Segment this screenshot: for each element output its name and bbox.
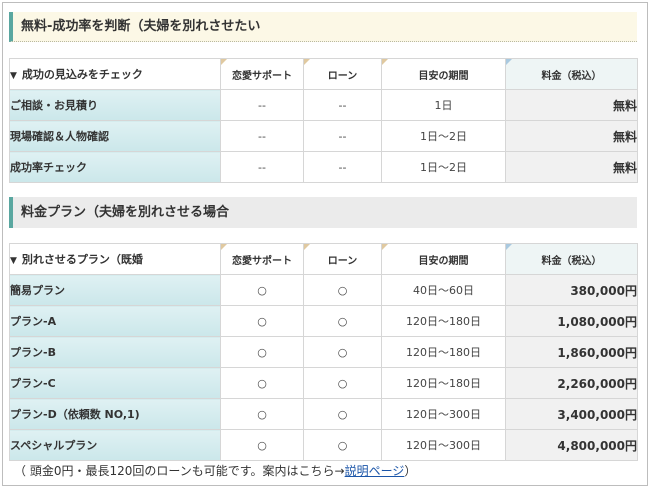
period-cell: 120日～300日 [381,429,506,461]
row-label: 成功率チェック [9,151,221,183]
table-corner-header: ▼ 成功の見込みをチェック [9,58,221,90]
table-row: ご相談・お見積り -- -- 1日 無料 [9,89,638,121]
loan-cell: -- [303,120,382,152]
footnote-close: ） [404,464,417,478]
corner-header-label: 成功の見込みをチェック [21,68,143,81]
column-header-period: 目安の期間 [381,58,506,90]
support-cell: ○ [220,398,304,430]
row-label: プラン-A [9,305,221,337]
row-label: プラン-D（依頼数 NO,1) [9,398,221,430]
loan-footnote: （ 頭金0円・最長120回のローンも可能です。案内はこちら→説明ページ） [14,462,416,479]
triangle-down-icon: ▼ [10,71,17,81]
row-label: 現場確認＆人物確認 [9,120,221,152]
price-cell: 3,400,000円 [505,398,638,430]
support-cell: ○ [220,274,304,306]
section-title-price-plans: 料金プラン（夫婦を別れさせる場合 [9,197,637,228]
table-row: 簡易プラン ○ ○ 40日～60日 380,000円 [9,274,638,306]
period-cell: 40日～60日 [381,274,506,306]
period-cell: 120日～180日 [381,367,506,399]
column-header-fee: 料金（税込） [505,58,638,90]
support-cell: -- [220,120,304,152]
period-cell: 120日～180日 [381,305,506,337]
table-row: プラン-B ○ ○ 120日～180日 1,860,000円 [9,336,638,368]
column-header-fee: 料金（税込） [505,243,638,275]
period-cell: 1日～2日 [381,120,506,152]
column-header-loan: ローン [303,58,382,90]
price-cell: 1,860,000円 [505,336,638,368]
price-cell: 無料 [505,89,638,121]
price-cell: 4,800,000円 [505,429,638,461]
price-cell: 1,080,000円 [505,305,638,337]
table-row: スペシャルプラン ○ ○ 120日～300日 4,800,000円 [9,429,638,461]
loan-cell: ○ [303,305,382,337]
row-label: 簡易プラン [9,274,221,306]
period-cell: 120日～180日 [381,336,506,368]
triangle-down-icon: ▼ [10,256,17,266]
table-row: 成功率チェック -- -- 1日～2日 無料 [9,151,638,183]
support-cell: ○ [220,305,304,337]
row-label: プラン-C [9,367,221,399]
support-cell: ○ [220,336,304,368]
column-header-period: 目安の期間 [381,243,506,275]
free-check-table: ▼ 成功の見込みをチェック 恋愛サポート ローン 目安の期間 料金（税込） ご相談… [9,58,638,183]
column-header-loan: ローン [303,243,382,275]
row-label: プラン-B [9,336,221,368]
support-cell: ○ [220,429,304,461]
table-row: プラン-C ○ ○ 120日～180日 2,260,000円 [9,367,638,399]
column-header-support: 恋愛サポート [220,243,304,275]
loan-cell: ○ [303,274,382,306]
price-cell: 380,000円 [505,274,638,306]
loan-cell: ○ [303,336,382,368]
price-cell: 無料 [505,151,638,183]
support-cell: ○ [220,367,304,399]
period-cell: 1日～2日 [381,151,506,183]
price-plan-table: ▼ 別れさせるプラン（既婚 恋愛サポート ローン 目安の期間 料金（税込） 簡易プ… [9,243,638,461]
table-row: プラン-D（依頼数 NO,1) ○ ○ 120日～300日 3,400,000円 [9,398,638,430]
loan-cell: ○ [303,367,382,399]
price-cell: 2,260,000円 [505,367,638,399]
section-title-free-check: 無料-成功率を判断（夫婦を別れさせたい [9,12,637,42]
explanation-page-link[interactable]: 説明ページ [345,464,405,478]
table-corner-header: ▼ 別れさせるプラン（既婚 [9,243,221,275]
column-header-support: 恋愛サポート [220,58,304,90]
loan-cell: -- [303,151,382,183]
footnote-text: （ 頭金0円・最長120回のローンも可能です。案内はこちら→ [14,464,345,478]
table-header-row: ▼ 別れさせるプラン（既婚 恋愛サポート ローン 目安の期間 料金（税込） [9,243,638,275]
loan-cell: ○ [303,429,382,461]
price-cell: 無料 [505,120,638,152]
table-header-row: ▼ 成功の見込みをチェック 恋愛サポート ローン 目安の期間 料金（税込） [9,58,638,90]
support-cell: -- [220,151,304,183]
row-label: ご相談・お見積り [9,89,221,121]
table-row: 現場確認＆人物確認 -- -- 1日～2日 無料 [9,120,638,152]
loan-cell: ○ [303,398,382,430]
row-label: スペシャルプラン [9,429,221,461]
table-row: プラン-A ○ ○ 120日～180日 1,080,000円 [9,305,638,337]
period-cell: 120日～300日 [381,398,506,430]
corner-header-label: 別れさせるプラン（既婚 [21,253,143,266]
period-cell: 1日 [381,89,506,121]
support-cell: -- [220,89,304,121]
loan-cell: -- [303,89,382,121]
